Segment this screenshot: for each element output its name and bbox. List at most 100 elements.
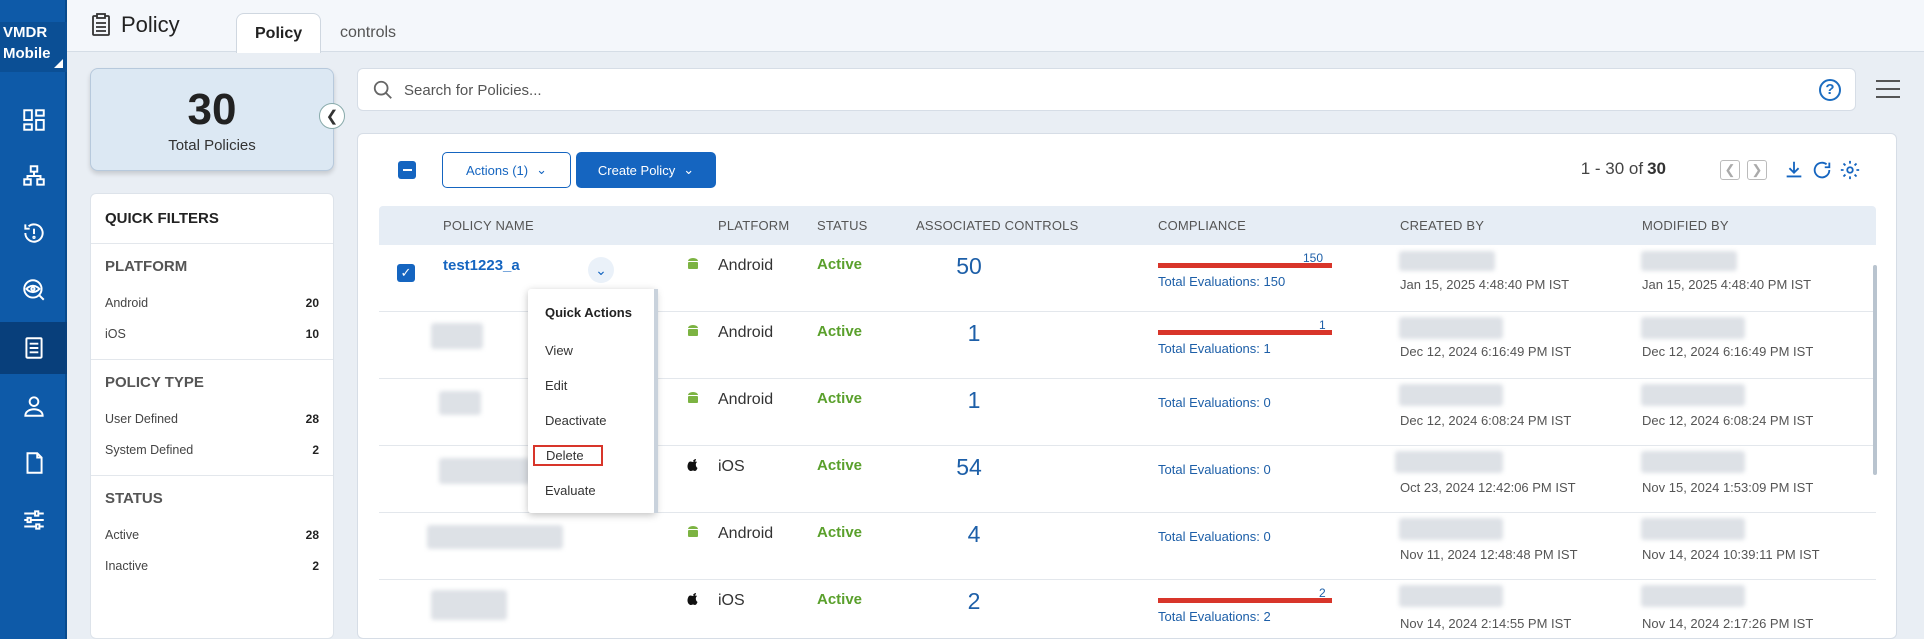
report-icon[interactable] — [0, 437, 67, 489]
app-switcher[interactable]: VMDR Mobile — [0, 22, 67, 72]
gear-icon[interactable] — [1839, 159, 1861, 181]
table-row[interactable]: Android Active 4 Total Evaluations: 0 No… — [379, 513, 1876, 580]
filter-label: Android — [105, 295, 149, 310]
filter-count: 28 — [305, 527, 319, 542]
apple-icon — [687, 459, 698, 471]
actions-button[interactable]: Actions (1) ⌄ — [442, 152, 571, 188]
dashboard-icon[interactable] — [0, 94, 67, 146]
menu-item-deactivate[interactable]: Deactivate — [528, 403, 656, 438]
total-evaluations[interactable]: Total Evaluations: 2 — [1158, 609, 1271, 624]
col-associated-controls[interactable]: ASSOCIATED CONTROLS — [916, 218, 1078, 233]
compliance-fail-count: 1 — [1319, 318, 1326, 332]
total-evaluations[interactable]: Total Evaluations: 0 — [1158, 462, 1271, 477]
created-date: Dec 12, 2024 6:08:24 PM IST — [1400, 413, 1572, 428]
tab-policy[interactable]: Policy — [236, 13, 322, 53]
select-all-checkbox[interactable] — [398, 161, 416, 179]
col-policy-name[interactable]: POLICY NAME — [443, 218, 534, 233]
policy-name-link[interactable]: test1223_a — [443, 257, 520, 274]
row-checkbox[interactable]: ✓ — [397, 264, 415, 282]
refresh-icon[interactable] — [1811, 159, 1833, 181]
next-page-button[interactable]: ❯ — [1747, 160, 1767, 180]
platform-text: Android — [718, 391, 774, 408]
total-evaluations[interactable]: Total Evaluations: 1 — [1158, 341, 1271, 356]
pager-range: 1 - 30 of — [1580, 159, 1644, 178]
table-row[interactable]: iOS Active 2 2 Total Evaluations: 2 Nov … — [379, 580, 1876, 638]
modified-date: Dec 12, 2024 6:08:24 PM IST — [1642, 413, 1814, 428]
inventory-icon[interactable] — [0, 150, 67, 202]
col-created-by[interactable]: CREATED BY — [1400, 218, 1484, 233]
controls-count[interactable]: 1 — [914, 387, 1034, 414]
filter-item-android[interactable]: Android 20 — [105, 287, 319, 318]
filter-section-policy-type: POLICY TYPE User Defined 28 System Define… — [91, 360, 333, 476]
filter-count: 2 — [312, 558, 319, 573]
collapse-panel-button[interactable]: ❮ — [319, 103, 345, 129]
menu-item-edit[interactable]: Edit — [528, 368, 656, 403]
pager-total: 30 — [1647, 159, 1666, 178]
col-platform[interactable]: PLATFORM — [718, 218, 789, 233]
search-input[interactable] — [404, 78, 1504, 102]
total-evaluations[interactable]: Total Evaluations: 0 — [1158, 395, 1271, 410]
filter-label: Active — [105, 527, 140, 542]
filter-item-user-defined[interactable]: User Defined 28 — [105, 403, 319, 434]
controls-count[interactable]: 2 — [914, 588, 1034, 615]
modified-date: Dec 12, 2024 6:16:49 PM IST — [1642, 344, 1814, 359]
android-icon — [688, 392, 698, 403]
platform-text: Android — [718, 257, 774, 274]
policy-icon[interactable] — [0, 322, 67, 374]
total-evaluations[interactable]: Total Evaluations: 0 — [1158, 529, 1271, 544]
filter-section-status: STATUS Active 28 Inactive 2 — [91, 476, 333, 591]
user-icon[interactable] — [0, 380, 67, 432]
filter-item-active[interactable]: Active 28 — [105, 519, 319, 550]
total-evaluations[interactable]: Total Evaluations: 150 — [1158, 274, 1285, 289]
chevron-down-icon: ⌄ — [536, 162, 548, 177]
modified-date: Jan 15, 2025 4:48:40 PM IST — [1642, 277, 1812, 292]
row-quick-actions-toggle[interactable]: ⌄ — [588, 257, 614, 283]
history-icon[interactable] — [0, 207, 67, 259]
filter-count: 20 — [305, 295, 319, 310]
status-text: Active — [817, 390, 863, 407]
controls-count[interactable]: 1 — [914, 320, 1034, 347]
filter-item-ios[interactable]: iOS 10 — [105, 318, 319, 349]
table-scrollbar[interactable] — [1873, 265, 1877, 475]
created-by-user-redacted — [1399, 251, 1495, 271]
menu-item-view[interactable]: View — [528, 333, 656, 368]
android-icon — [688, 258, 698, 269]
menu-item-delete[interactable]: Delete — [533, 445, 603, 466]
policy-name-redacted — [431, 590, 507, 620]
controls-count[interactable]: 50 — [909, 253, 1029, 280]
download-icon[interactable] — [1783, 159, 1805, 181]
platform-text: iOS — [718, 458, 745, 475]
filter-item-inactive[interactable]: Inactive 2 — [105, 550, 319, 581]
prev-page-button[interactable]: ❮ — [1720, 160, 1740, 180]
platform-text: Android — [718, 324, 774, 341]
menu-scrollbar[interactable] — [654, 289, 658, 513]
filter-item-system-defined[interactable]: System Defined 2 — [105, 434, 319, 465]
controls-count[interactable]: 54 — [909, 454, 1029, 481]
android-icon — [688, 526, 698, 537]
help-icon[interactable]: ? — [1819, 79, 1841, 101]
hamburger-menu-icon[interactable] — [1876, 80, 1900, 100]
col-compliance[interactable]: COMPLIANCE — [1158, 218, 1246, 233]
tab-controls[interactable]: controls — [322, 13, 414, 53]
col-status[interactable]: STATUS — [817, 218, 868, 233]
created-date: Oct 23, 2024 12:42:06 PM IST — [1400, 480, 1576, 495]
android-icon — [688, 325, 698, 336]
created-by-user-redacted — [1399, 384, 1503, 406]
modified-by-user-redacted — [1641, 317, 1745, 339]
settings-icon[interactable] — [0, 494, 67, 546]
create-policy-button[interactable]: Create Policy ⌄ — [576, 152, 716, 188]
created-by-user-redacted — [1395, 451, 1503, 473]
modified-date: Nov 14, 2024 2:17:26 PM IST — [1642, 616, 1814, 631]
compliance-fail-bar — [1158, 330, 1332, 335]
menu-item-evaluate[interactable]: Evaluate — [528, 473, 656, 508]
compliance-fail-count: 2 — [1319, 586, 1326, 600]
filter-label: Inactive — [105, 558, 149, 573]
status-text: Active — [817, 524, 863, 541]
detection-icon[interactable] — [0, 264, 67, 316]
policy-name-redacted — [427, 525, 563, 549]
chevron-left-icon: ❮ — [325, 108, 339, 125]
created-date: Nov 11, 2024 12:48:48 PM IST — [1400, 547, 1578, 562]
controls-count[interactable]: 4 — [914, 521, 1034, 548]
filter-section-title: STATUS — [105, 490, 163, 507]
col-modified-by[interactable]: MODIFIED BY — [1642, 218, 1729, 233]
